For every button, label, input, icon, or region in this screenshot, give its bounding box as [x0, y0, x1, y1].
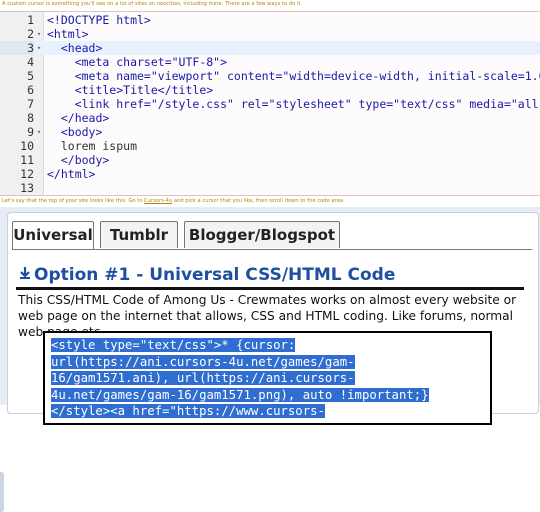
selected-code-line: url(https://ani.cursors-4u.net/games/gam… — [51, 354, 355, 369]
code-line[interactable]: 11 </body> — [0, 153, 540, 167]
option-rule — [16, 287, 524, 290]
tab-divider — [12, 249, 532, 250]
line-text: <title>Title</title> — [47, 83, 214, 97]
code-line[interactable]: 9 ▾ <body> — [0, 125, 540, 139]
intro-caption: A custom cursor is something you'll see … — [2, 1, 303, 7]
line-text: lorem ispum — [47, 139, 138, 153]
tab-blogger[interactable]: Blogger/Blogspot — [184, 221, 340, 248]
line-number: 8 — [27, 111, 34, 125]
line-number: 10 — [20, 139, 34, 153]
instruction-suffix: and pick a cursor that you like, then sc… — [172, 198, 345, 204]
line-number: 4 — [27, 55, 34, 69]
selected-code-line: 16/gam1571.ani), url(https://ani.cursors… — [51, 371, 355, 385]
fold-arrow-icon[interactable]: ▾ — [35, 27, 43, 41]
option-title-text: Option #1 - Universal CSS/HTML Code — [34, 265, 396, 285]
line-text: <head> — [47, 41, 103, 55]
line-text: </html> — [47, 167, 96, 181]
code-line[interactable]: 2 ▾ <html> — [0, 27, 540, 41]
code-line[interactable]: 1 <!DOCTYPE html> — [0, 13, 540, 27]
line-number: 3 — [0, 41, 34, 55]
cursor-code-text[interactable]: <style type="text/css">* {cursor: url(ht… — [51, 337, 471, 420]
scroll-edge — [0, 472, 4, 512]
line-text: <!DOCTYPE html> — [47, 13, 151, 27]
fold-arrow-icon[interactable]: ▾ — [35, 41, 43, 55]
line-text: </head> — [47, 111, 110, 125]
code-line[interactable]: 7 <link href="/style.css" rel="styleshee… — [0, 97, 540, 111]
option-title: Option #1 - Universal CSS/HTML Code — [18, 265, 395, 285]
tab-universal[interactable]: Universal — [12, 221, 94, 250]
line-text: <html> — [47, 27, 89, 41]
line-text: <link href="/style.css" rel="stylesheet"… — [47, 97, 540, 111]
tab-tumblr[interactable]: Tumblr — [100, 221, 178, 248]
code-line[interactable]: 6 <title>Title</title> — [0, 83, 540, 97]
line-number: 13 — [20, 181, 34, 195]
line-text: </body> — [47, 153, 110, 167]
line-text: <body> — [47, 125, 103, 139]
line-number: 5 — [27, 69, 34, 83]
fold-arrow-icon[interactable]: ▾ — [35, 125, 43, 139]
cursor-code-card: Universal Tumblr Blogger/Blogspot Option… — [7, 212, 539, 425]
instruction-prefix: Let's say that the top of your site look… — [2, 198, 145, 204]
code-line[interactable]: 8 </head> — [0, 111, 540, 125]
code-line[interactable]: 3 ▾ <head> — [0, 41, 540, 55]
code-editor[interactable]: 1 <!DOCTYPE html> 2 ▾ <html> 3 ▾ <head> 4 <meta… — [0, 11, 540, 196]
cursor-site-panel: Universal Tumblr Blogger/Blogspot Option… — [0, 207, 540, 512]
line-number: 9 — [27, 125, 34, 139]
code-line[interactable]: 12 </html> — [0, 167, 540, 181]
line-number: 11 — [20, 153, 34, 167]
selected-code-line: </style><a href="https://www.cursors- — [51, 404, 325, 418]
selected-code-line: <style type="text/css">* {cursor: — [51, 338, 296, 352]
cursors-4u-link[interactable]: Cursors-4u — [144, 198, 172, 204]
line-number: 7 — [27, 97, 34, 111]
line-number: 12 — [20, 167, 34, 181]
line-text: <meta charset="UTF-8"> — [47, 55, 228, 69]
code-line[interactable]: 4 <meta charset="UTF-8"> — [0, 55, 540, 69]
line-number: 1 — [27, 13, 34, 27]
line-number: 2 — [27, 27, 34, 41]
cursor-code-textarea[interactable]: <style type="text/css">* {cursor: url(ht… — [43, 331, 492, 425]
code-line[interactable]: 5 <meta name="viewport" content="width=d… — [0, 69, 540, 83]
code-line[interactable]: 13 — [0, 181, 540, 195]
instruction-caption: Let's say that the top of your site look… — [2, 198, 345, 204]
line-text: <meta name="viewport" content="width=dev… — [47, 69, 540, 83]
code-line[interactable]: 10 lorem ispum — [0, 139, 540, 153]
download-icon — [18, 265, 32, 285]
line-number: 6 — [27, 83, 34, 97]
selected-code-line: 4u.net/games/gam-16/gam1571.png), auto !… — [51, 387, 429, 402]
